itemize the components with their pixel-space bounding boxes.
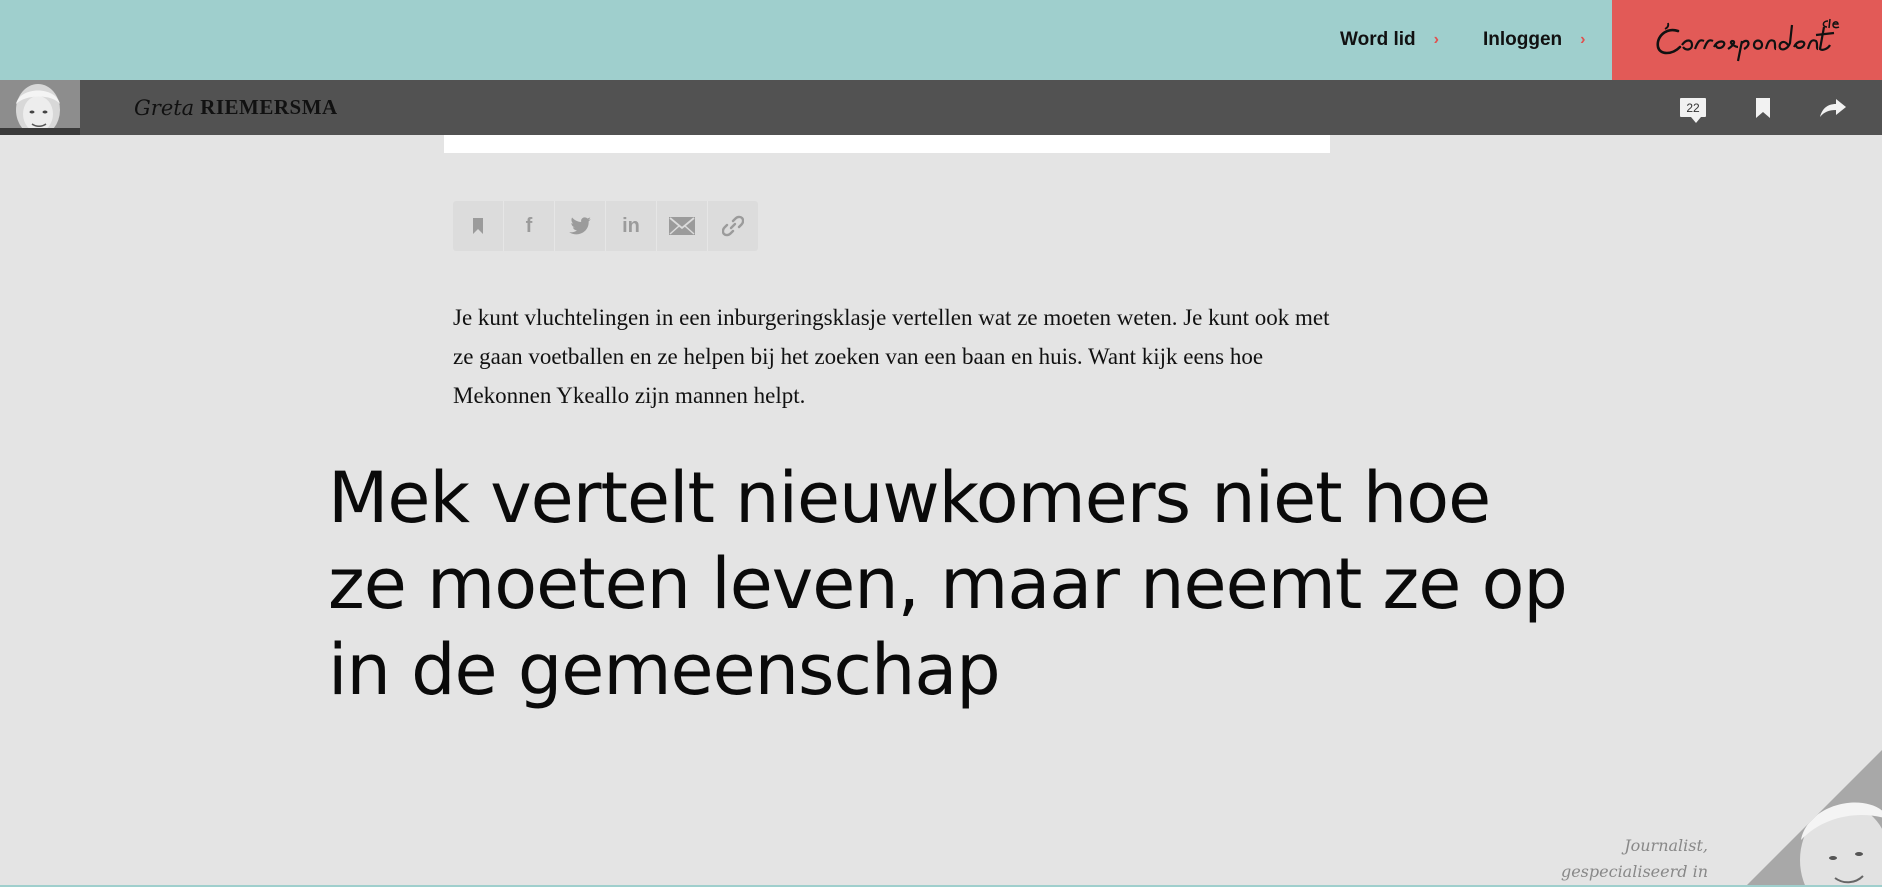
chevron-right-icon: ›: [1433, 31, 1439, 48]
join-link[interactable]: Word lid ›: [1340, 0, 1439, 80]
bookmark-icon: [1756, 97, 1770, 118]
login-label: Inloggen: [1483, 29, 1563, 50]
author-avatar[interactable]: [0, 80, 80, 135]
author-photo-icon: [0, 80, 80, 135]
article-intro: Je kunt vluchtelingen in een inburgering…: [453, 305, 1330, 408]
top-navigation-bar: Word lid › Inloggen ›: [0, 0, 1882, 80]
chevron-right-icon: ›: [1580, 31, 1586, 48]
share-arrow-icon: [1820, 98, 1846, 117]
linkedin-icon: in: [622, 214, 640, 237]
share-twitter-button[interactable]: [555, 201, 606, 251]
hero-image-bottom: [444, 135, 1330, 153]
author-name[interactable]: Greta RIEMERSMA: [134, 80, 338, 135]
author-bio-line-1: Journalist,: [1624, 836, 1708, 855]
brand-logo[interactable]: [1612, 0, 1882, 80]
comment-icon: 22: [1680, 98, 1706, 123]
author-first-name: Greta: [134, 95, 195, 120]
comment-count: 22: [1686, 100, 1700, 115]
comments-button[interactable]: 22: [1671, 80, 1715, 135]
link-icon: [722, 215, 744, 237]
share-linkedin-button[interactable]: in: [606, 201, 657, 251]
bookmark-icon: [473, 218, 483, 234]
correspondent-logo-icon: [1656, 18, 1840, 62]
article-headline: Mek vertelt nieuwkomers niet hoe ze moet…: [328, 457, 1568, 711]
email-icon: [669, 217, 695, 235]
share-link-button[interactable]: [708, 201, 758, 251]
author-bio: Journalist, gespecialiseerd in: [1561, 833, 1708, 885]
facebook-icon: f: [525, 214, 533, 237]
author-corner-photo[interactable]: [1745, 750, 1882, 887]
share-toolbar: f in: [453, 201, 758, 251]
twitter-icon: [569, 217, 591, 235]
bookmark-button[interactable]: [1741, 80, 1785, 135]
login-link[interactable]: Inloggen ›: [1483, 0, 1585, 80]
author-last-name: RIEMERSMA: [200, 95, 338, 119]
share-bookmark-button[interactable]: [453, 201, 504, 251]
share-facebook-button[interactable]: f: [504, 201, 555, 251]
share-button[interactable]: [1811, 80, 1855, 135]
join-label: Word lid: [1340, 29, 1416, 50]
author-bio-line-2: gespecialiseerd in: [1560, 862, 1708, 881]
share-email-button[interactable]: [657, 201, 708, 251]
author-bar: Greta RIEMERSMA 22: [0, 80, 1882, 135]
